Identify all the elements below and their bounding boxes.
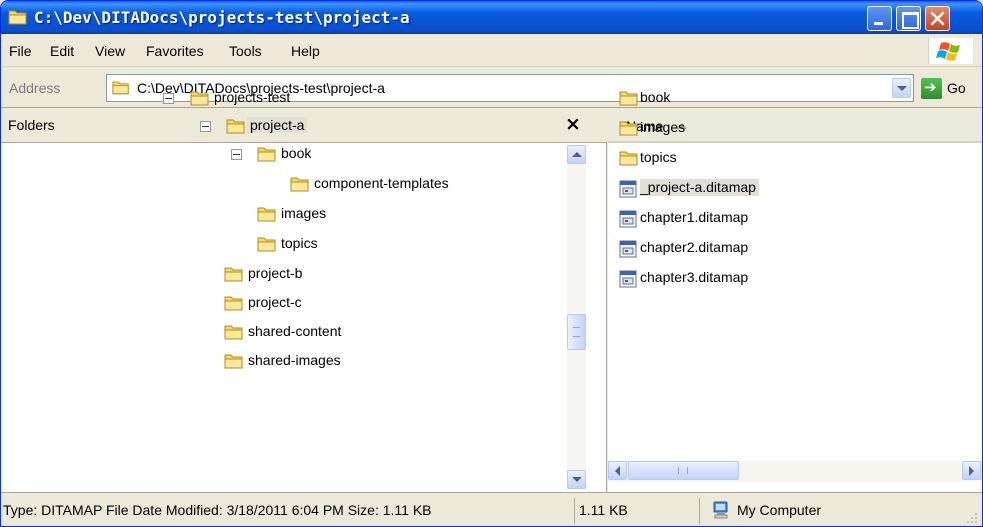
close-folders-icon[interactable]: × xyxy=(565,113,581,135)
folder-icon xyxy=(8,10,27,25)
maximize-button[interactable] xyxy=(896,6,921,31)
resize-grip-icon[interactable] xyxy=(961,507,979,525)
menu-file[interactable]: File xyxy=(9,43,32,59)
menu-help[interactable]: Help xyxy=(291,43,320,59)
tree-item-label: book xyxy=(281,145,312,161)
status-details: Type: DITAMAP File Date Modified: 3/18/2… xyxy=(1,498,575,524)
minimize-button[interactable] xyxy=(867,6,892,31)
explorer-window: C:\Dev\DITADocs\projects-test\project-a … xyxy=(0,0,983,527)
window-title: C:\Dev\DITADocs\projects-test\project-a xyxy=(34,8,410,27)
tree-item-label: project-b xyxy=(248,265,303,281)
file-list-item[interactable]: book xyxy=(619,87,959,111)
status-zone: My Computer xyxy=(737,502,822,518)
file-list-item[interactable]: chapter3.ditamap xyxy=(619,267,959,291)
tree-item-label: shared-content xyxy=(248,323,342,339)
windows-logo-icon xyxy=(928,38,973,64)
files-horizontal-scrollbar[interactable] xyxy=(608,461,982,482)
file-list-item[interactable]: _project-a.ditamap xyxy=(619,177,959,201)
folder-icon xyxy=(257,146,277,162)
folder-icon xyxy=(619,120,639,138)
folder-icon xyxy=(224,324,244,340)
folder-icon xyxy=(224,353,244,369)
file-list-item[interactable]: images xyxy=(619,117,959,141)
status-size: 1.11 KB xyxy=(577,498,700,524)
file-name-label: images xyxy=(640,119,686,135)
tree-item-label: component-templates xyxy=(314,175,449,191)
file-list-item[interactable]: chapter1.ditamap xyxy=(619,207,959,231)
tree-item[interactable]: book xyxy=(1,143,561,167)
menu-favorites[interactable]: Favorites xyxy=(146,43,204,59)
folder-icon xyxy=(290,176,310,192)
folder-icon xyxy=(257,236,277,252)
file-name-label: _project-a.ditamap xyxy=(640,179,759,196)
file-list-item[interactable]: topics xyxy=(619,147,959,171)
tree-item[interactable]: images xyxy=(1,203,561,227)
ditamap-file-icon xyxy=(619,210,639,228)
tree-item-label: shared-images xyxy=(248,352,341,368)
tree-item[interactable]: topics xyxy=(1,233,561,257)
close-button[interactable] xyxy=(925,6,950,31)
file-name-label: chapter1.ditamap xyxy=(640,209,749,225)
file-name-label: chapter2.ditamap xyxy=(640,239,749,255)
scroll-thumb[interactable] xyxy=(567,314,586,350)
tree-item[interactable]: shared-images xyxy=(1,350,561,374)
folder-icon xyxy=(190,90,210,106)
folder-icon xyxy=(619,150,639,168)
collapse-icon[interactable] xyxy=(200,121,211,132)
tree-item[interactable]: project-c xyxy=(1,292,561,316)
ditamap-file-icon xyxy=(619,270,639,288)
scroll-thumb[interactable] xyxy=(628,461,739,480)
tree-item-label: topics xyxy=(281,235,318,251)
file-list-item[interactable]: chapter2.ditamap xyxy=(619,237,959,261)
tree-item[interactable]: projects-test xyxy=(1,87,561,111)
tree-item[interactable]: component-templates xyxy=(1,173,561,197)
file-name-label: topics xyxy=(640,149,677,165)
folder-icon xyxy=(224,295,244,311)
menu-bar: File Edit View Favorites Tools Help xyxy=(1,34,982,67)
tree-item[interactable]: project-b xyxy=(1,263,561,287)
scroll-right-button[interactable] xyxy=(962,461,981,480)
menu-edit[interactable]: Edit xyxy=(50,43,74,59)
tree-item-label: projects-test xyxy=(214,89,291,105)
scroll-down-button[interactable] xyxy=(567,470,586,489)
folder-icon xyxy=(619,90,639,108)
status-bar: Type: DITAMAP File Date Modified: 3/18/2… xyxy=(1,492,982,526)
ditamap-file-icon xyxy=(619,180,639,198)
title-bar[interactable]: C:\Dev\DITADocs\projects-test\project-a xyxy=(1,1,982,34)
collapse-icon[interactable] xyxy=(231,149,242,160)
folders-vertical-scrollbar[interactable] xyxy=(567,145,586,489)
ditamap-file-icon xyxy=(619,240,639,258)
tree-item[interactable]: project-a xyxy=(1,115,561,139)
folder-icon xyxy=(257,206,277,222)
tree-item-label: images xyxy=(281,205,327,221)
collapse-icon[interactable] xyxy=(163,93,174,104)
my-computer-icon xyxy=(713,501,728,519)
folder-icon xyxy=(224,266,244,282)
file-list-pane: Name book images topics _project-a.ditamap c… xyxy=(608,89,982,492)
scroll-up-button[interactable] xyxy=(567,145,586,164)
menu-tools[interactable]: Tools xyxy=(229,43,262,59)
file-name-label: chapter3.ditamap xyxy=(640,269,749,285)
scroll-left-button[interactable] xyxy=(608,461,627,480)
tree-item-label: project-c xyxy=(248,294,302,310)
tree-item[interactable]: shared-content xyxy=(1,321,561,345)
menu-view[interactable]: View xyxy=(95,43,125,59)
tree-item-label: project-a xyxy=(247,117,308,133)
folder-icon xyxy=(226,118,246,134)
close-icon xyxy=(930,11,945,26)
folders-pane: Folders × projects-test project-a book comp… xyxy=(1,89,607,492)
file-name-label: book xyxy=(640,89,671,105)
